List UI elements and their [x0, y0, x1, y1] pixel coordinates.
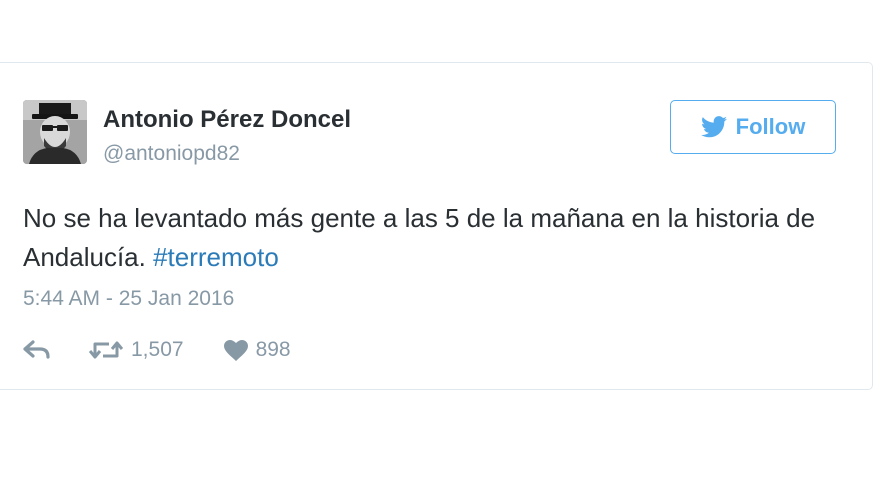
- retweet-count: 1,507: [131, 338, 184, 361]
- avatar-image: [23, 100, 87, 164]
- heart-icon: [223, 339, 248, 361]
- reply-button[interactable]: [23, 340, 51, 360]
- reply-icon: [23, 340, 51, 360]
- like-button[interactable]: 898: [223, 338, 291, 362]
- tweet-actions: 1,507 898: [23, 335, 291, 365]
- tweet-text: No se ha levantado más gente a las 5 de …: [23, 199, 823, 277]
- retweet-icon: [89, 339, 123, 361]
- hashtag-link[interactable]: #terremoto: [153, 242, 279, 272]
- follow-button[interactable]: Follow: [670, 100, 836, 154]
- avatar[interactable]: [23, 100, 87, 164]
- author-name[interactable]: Antonio Pérez Doncel: [103, 106, 351, 134]
- retweet-button[interactable]: 1,507: [89, 338, 184, 362]
- like-count: 898: [255, 338, 291, 361]
- follow-label: Follow: [735, 114, 806, 139]
- author-handle[interactable]: @antoniopd82: [103, 142, 240, 166]
- tweet-timestamp[interactable]: 5:44 AM - 25 Jan 2016: [23, 287, 234, 311]
- bird-icon: [700, 116, 727, 138]
- tweet-body: No se ha levantado más gente a las 5 de …: [23, 203, 816, 272]
- tweet-card: Antonio Pérez Doncel @antoniopd82 Follow…: [0, 62, 873, 390]
